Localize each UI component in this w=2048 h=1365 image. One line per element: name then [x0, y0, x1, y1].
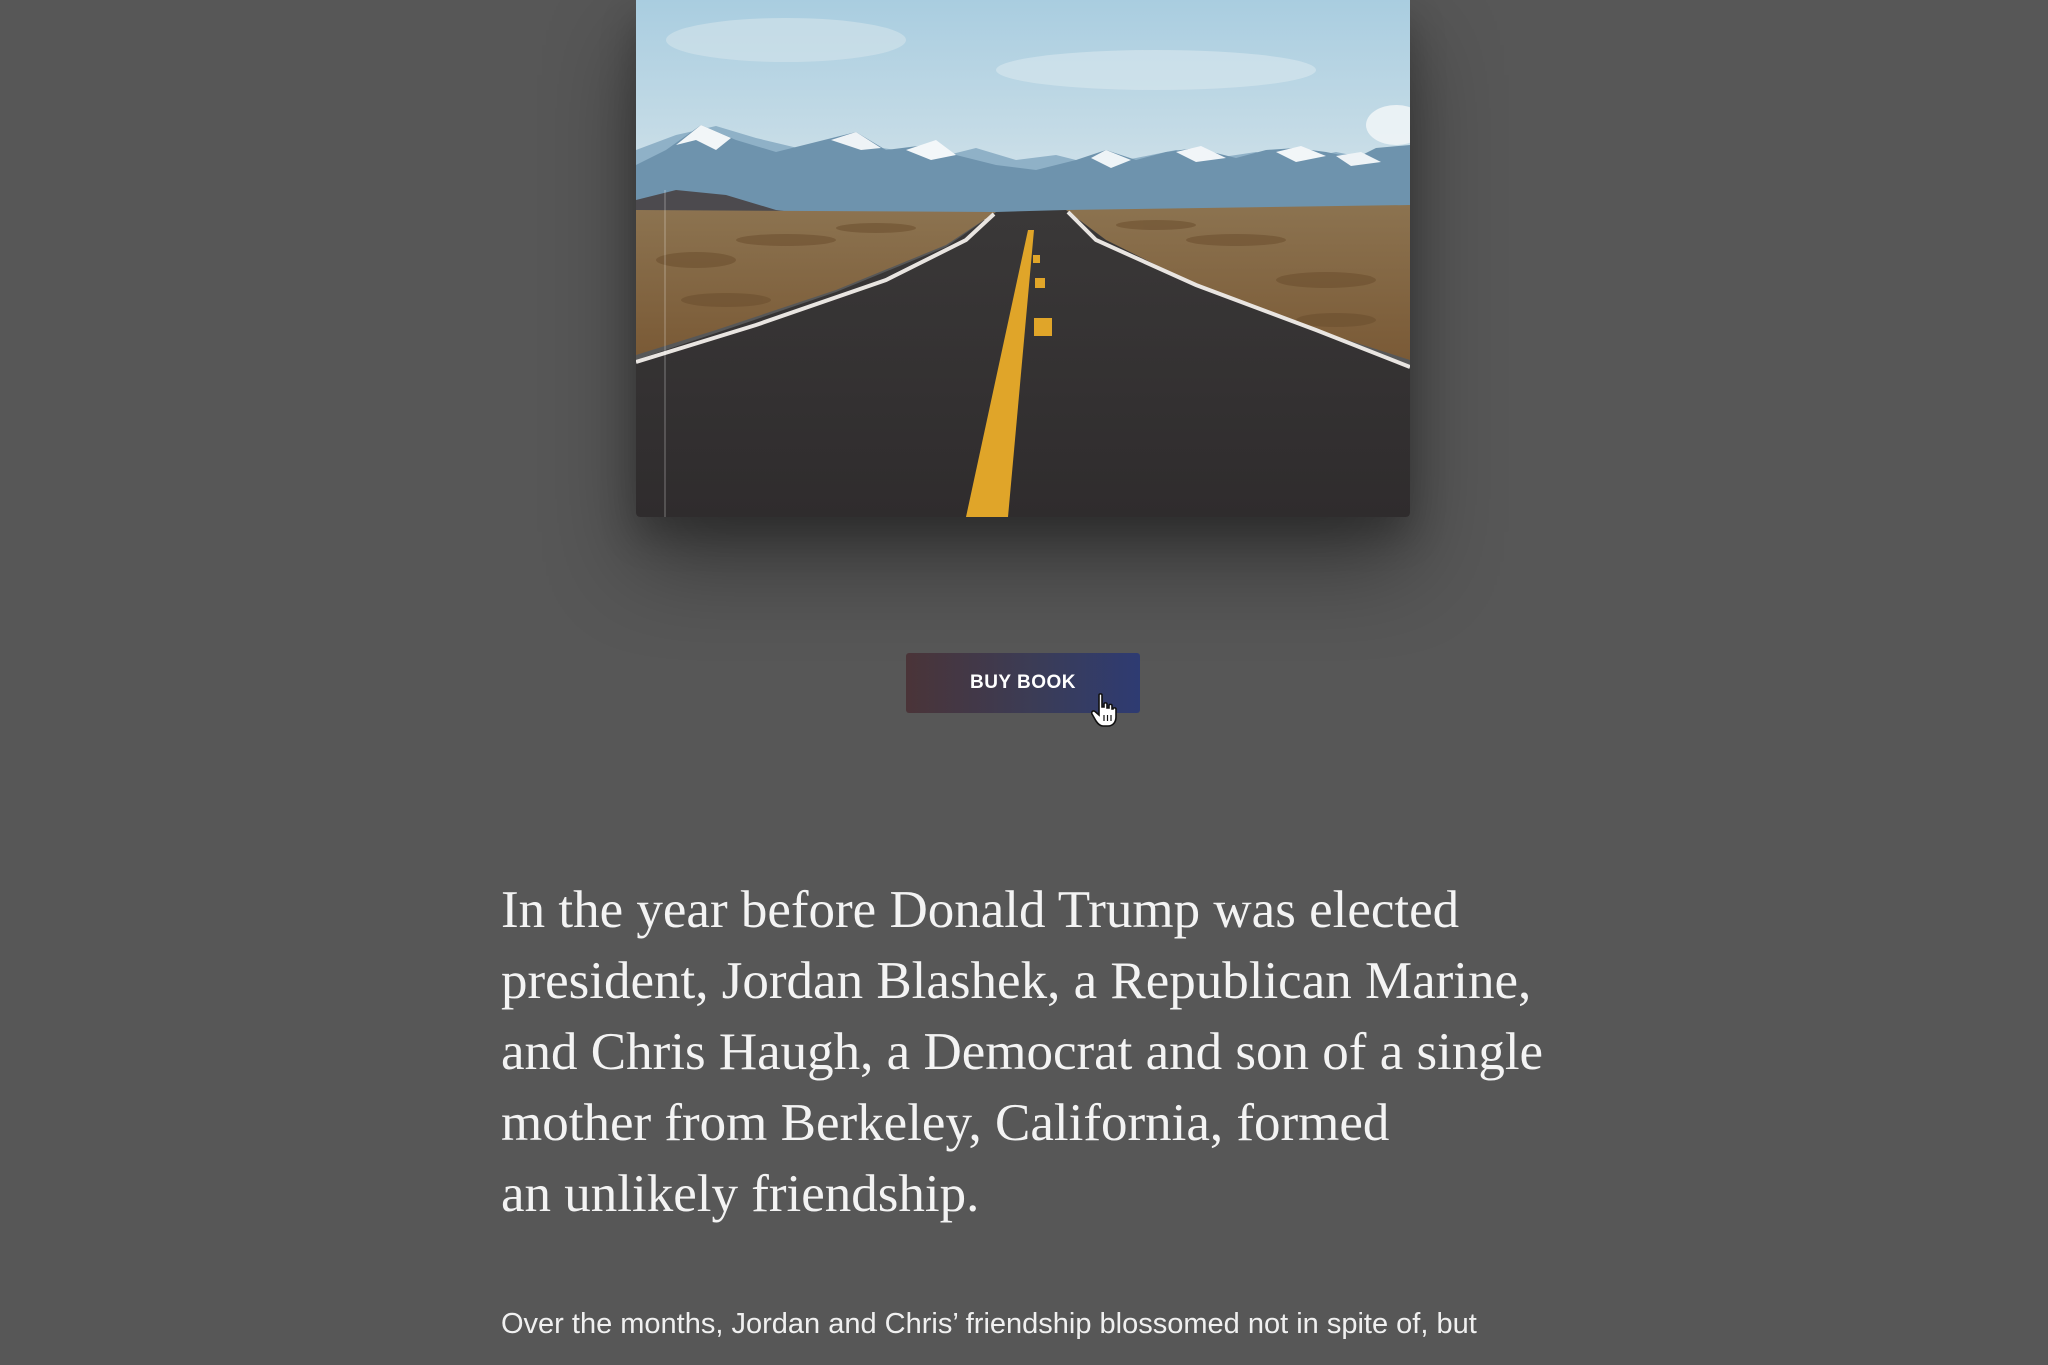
intro-line-1: In the year before Donald Trump was elec…	[501, 881, 1460, 939]
intro-line-5: an unlikely friendship.	[501, 1165, 980, 1223]
intro-line-3: and Chris Haugh, a Democrat and son of a…	[501, 1023, 1544, 1081]
intro-line-2: president, Jordan Blashek, a Republican …	[501, 952, 1532, 1010]
buy-book-label: BUY BOOK	[969, 672, 1077, 693]
road-scene-illustration	[636, 0, 1410, 517]
intro-paragraph: In the year before Donald Trump was elec…	[501, 875, 1581, 1230]
book-spine-line	[664, 190, 666, 517]
body-paragraph: Over the months, Jordan and Chris’ frien…	[501, 1308, 1477, 1340]
hand-pointer-cursor-icon	[1091, 693, 1117, 727]
book-cover-image	[636, 0, 1410, 517]
intro-line-4: mother from Berkeley, California, formed	[501, 1094, 1390, 1152]
